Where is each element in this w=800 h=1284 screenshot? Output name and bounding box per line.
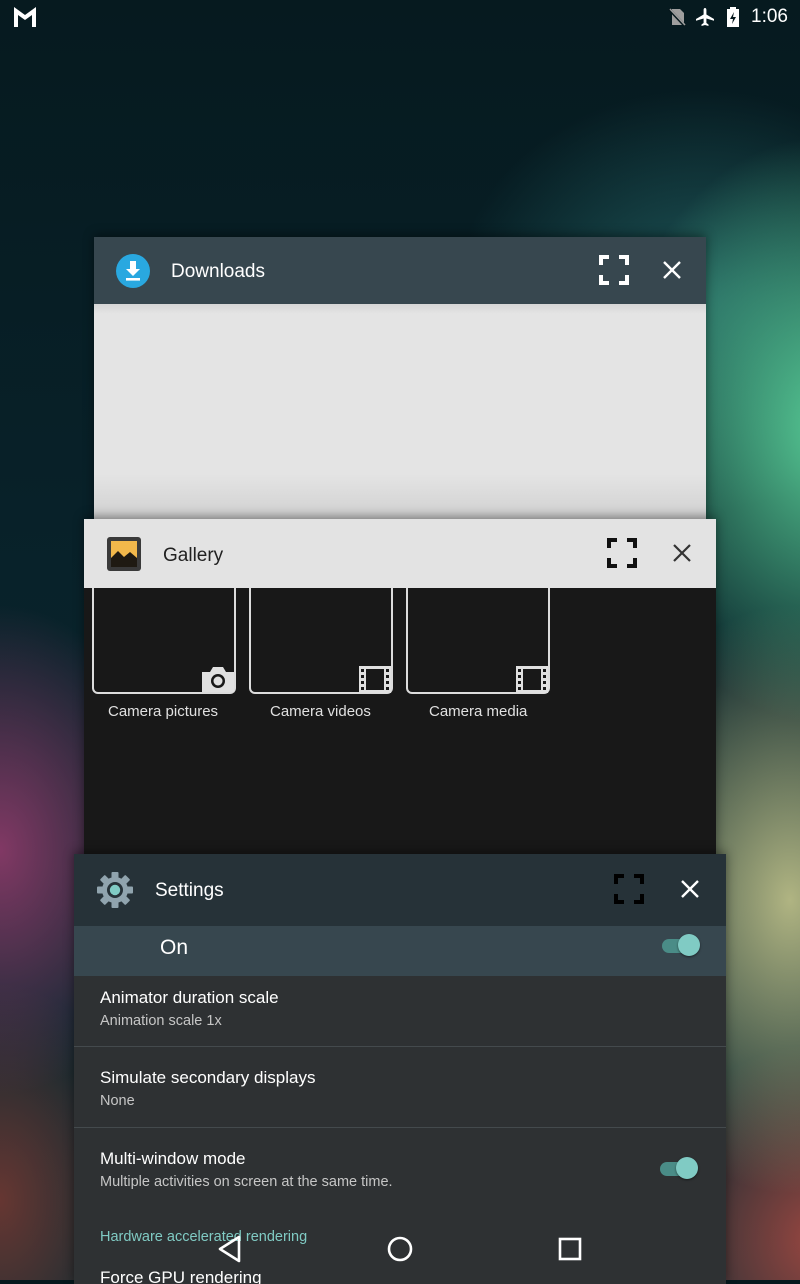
card-title: Downloads <box>171 261 265 282</box>
gmail-m-icon <box>14 7 36 27</box>
master-switch-bar[interactable]: On <box>74 926 726 976</box>
card-title: Gallery <box>163 545 224 566</box>
pref-simulate-secondary-displays[interactable]: Simulate secondary displays None <box>74 1047 726 1127</box>
pref-animator-duration-scale[interactable]: Animator duration scale Animation scale … <box>74 976 726 1046</box>
recent-card-gallery[interactable]: Gallery Camera pictures Camera videos Ca… <box>84 519 716 859</box>
multi-window-toggle[interactable] <box>658 1155 698 1181</box>
pref-summary: Animation scale 1x <box>100 1013 222 1029</box>
camera-icon <box>202 667 234 692</box>
pref-title: Multi-window mode <box>100 1149 246 1168</box>
card-thumbnail <box>94 304 706 522</box>
card-header[interactable]: Settings <box>74 854 726 926</box>
album-label: Camera media <box>429 703 528 720</box>
recents-icon[interactable] <box>552 1231 588 1267</box>
album-label: Camera videos <box>270 703 371 720</box>
airplane-mode-icon <box>696 8 715 26</box>
close-icon[interactable] <box>671 542 693 564</box>
back-icon[interactable] <box>212 1231 248 1267</box>
maximize-icon[interactable] <box>607 538 637 568</box>
film-icon <box>516 666 548 693</box>
card-header[interactable]: Gallery <box>84 519 716 588</box>
pref-multi-window-mode[interactable]: Multi-window mode Multiple activities on… <box>74 1128 726 1208</box>
album-label: Camera pictures <box>108 703 219 720</box>
home-icon[interactable] <box>382 1231 418 1267</box>
toggle-thumb <box>678 934 700 956</box>
master-switch-toggle[interactable] <box>660 932 700 958</box>
toggle-thumb <box>676 1157 698 1179</box>
status-bar: 1:06 <box>0 0 800 34</box>
close-icon[interactable] <box>679 878 701 900</box>
card-header[interactable]: Downloads <box>94 237 706 304</box>
maximize-icon[interactable] <box>614 874 644 904</box>
clock: 1:06 <box>751 6 788 27</box>
pref-summary: Multiple activities on screen at the sam… <box>100 1174 393 1190</box>
download-icon <box>116 254 150 288</box>
close-icon[interactable] <box>661 259 683 281</box>
settings-gear-icon <box>97 872 133 908</box>
film-icon <box>359 666 391 693</box>
pref-summary: None <box>100 1093 135 1109</box>
card-title: Settings <box>155 880 224 901</box>
no-sim-icon <box>667 7 687 27</box>
battery-charging-icon <box>727 7 740 27</box>
pref-title: Simulate secondary displays <box>100 1068 316 1087</box>
pref-title: Animator duration scale <box>100 988 279 1007</box>
navigation-bar <box>0 1216 800 1280</box>
recent-card-downloads[interactable]: Downloads <box>94 237 706 522</box>
master-switch-label: On <box>160 936 189 959</box>
maximize-icon[interactable] <box>599 255 629 285</box>
gallery-icon <box>107 537 141 571</box>
